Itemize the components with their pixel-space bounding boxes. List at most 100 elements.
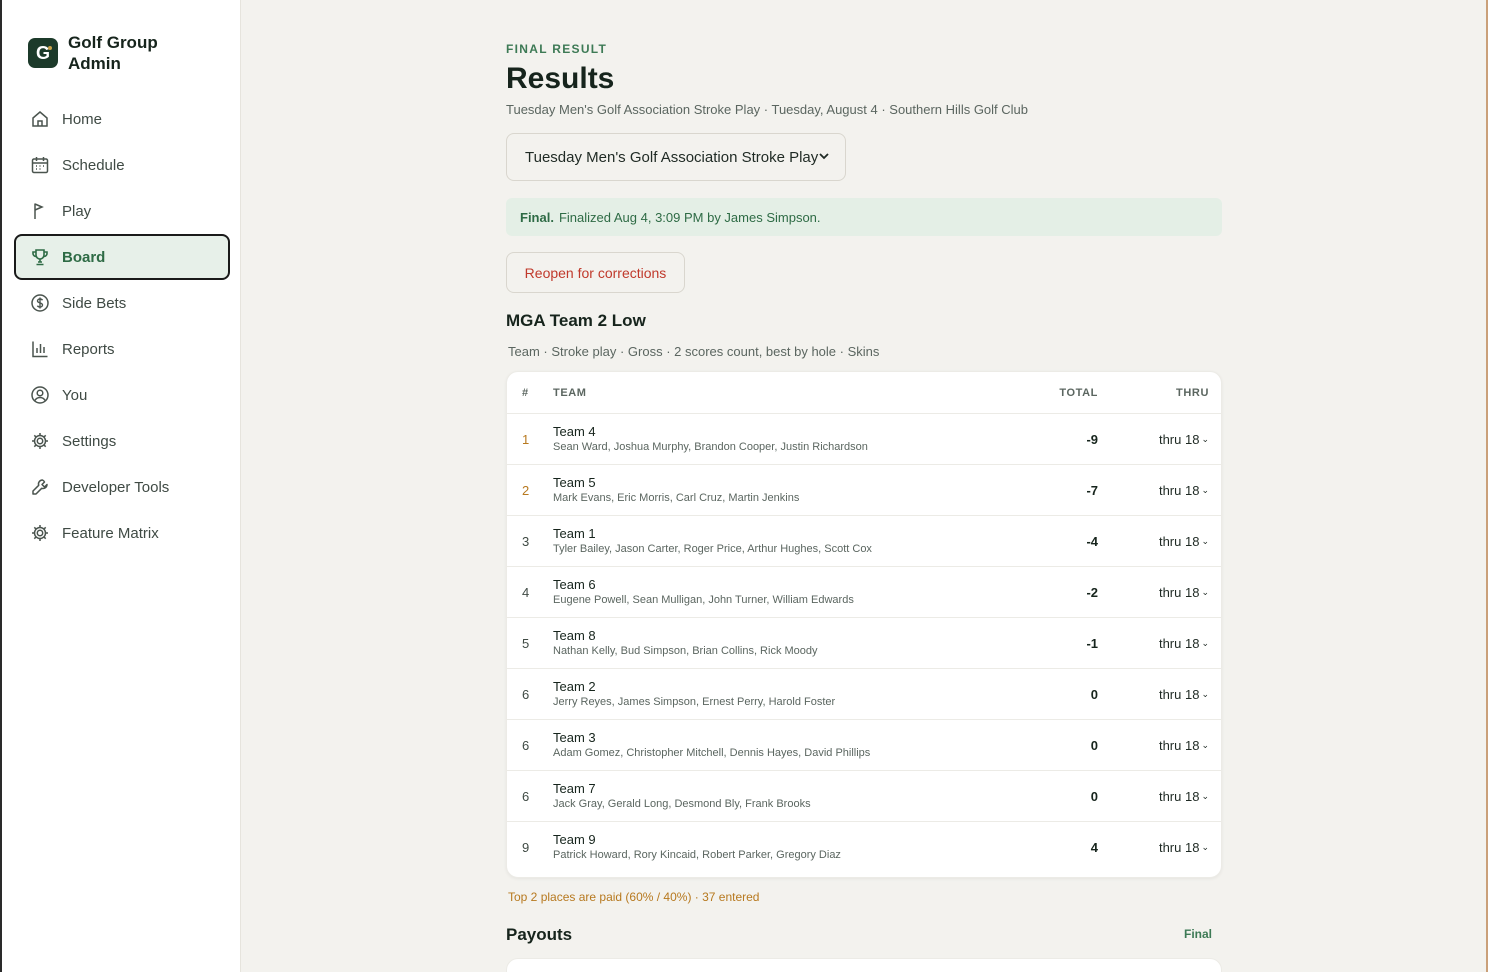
flag-icon [30, 201, 50, 221]
chevron-down-icon: ⌄ [1201, 842, 1209, 852]
table-row[interactable]: 4 Team 6 Eugene Powell, Sean Mulligan, Joh… [507, 567, 1221, 618]
row-thru-toggle[interactable]: thru 18 ⌄ [1127, 534, 1209, 549]
row-thru-toggle[interactable]: thru 18 ⌄ [1127, 636, 1209, 651]
row-total: -1 [1086, 635, 1098, 651]
leaderboard-table: # TEAM TOTAL THRU 1 Team 4 Sean Ward, Josh… [506, 371, 1222, 878]
row-total: 0 [1090, 737, 1098, 753]
sidebar-item-schedule[interactable]: Schedule [14, 142, 230, 188]
sidebar-item-developer-tools[interactable]: Developer Tools [14, 464, 230, 510]
chevron-down-icon: ⌄ [1201, 739, 1209, 750]
row-players: Jerry Reyes, James Simpson, Ernest Perry… [553, 696, 836, 708]
row-rank: 6 [522, 788, 530, 804]
sidebar-item-you[interactable]: You [14, 372, 230, 418]
chevron-down-icon: ⌄ [1201, 433, 1209, 444]
game-meta: Team · Stroke play · Gross · 2 scores co… [508, 344, 880, 359]
row-rank: 6 [522, 737, 530, 753]
row-thru: thru 18 [1158, 584, 1200, 600]
row-total: -4 [1086, 533, 1098, 549]
sidebar-nav: Home Schedule Play Board Side Bets Reports You… [14, 96, 230, 556]
row-rank: 6 [522, 686, 530, 702]
home-icon [30, 109, 50, 129]
game-title: MGA Team 2 Low [506, 311, 646, 330]
sidebar-item-board[interactable]: Board [14, 234, 230, 280]
row-team-name: Team 3 [553, 730, 596, 745]
page-title: Results [506, 62, 615, 95]
row-total: -7 [1086, 482, 1098, 498]
sidebar-item-label: Side Bets [62, 294, 127, 312]
sidebar-item-play[interactable]: Play [14, 188, 230, 234]
row-rank: 2 [522, 482, 530, 498]
dollar-icon [30, 293, 50, 313]
wrench-icon [30, 477, 50, 497]
sidebar-item-reports[interactable]: Reports [14, 326, 230, 372]
chevron-down-icon: ⌄ [1201, 484, 1209, 495]
payouts-status-badge: Final [1183, 927, 1212, 941]
sidebar-item-settings[interactable]: Settings [14, 418, 230, 464]
row-thru-toggle[interactable]: thru 18 ⌄ [1127, 483, 1209, 498]
column-header-thru: THRU [1176, 386, 1209, 399]
sidebar-item-label: Home [62, 110, 103, 128]
column-header-total: TOTAL [1059, 386, 1098, 399]
event-select[interactable]: Tuesday Men's Golf Association Stroke Pl… [506, 133, 846, 181]
sidebar-item-label: You [62, 386, 88, 404]
sidebar-item-label: Schedule [62, 156, 125, 174]
sidebar-item-feature-matrix[interactable]: Feature Matrix [14, 510, 230, 556]
row-thru-toggle[interactable]: thru 18 ⌄ [1127, 687, 1209, 702]
row-thru: thru 18 [1158, 431, 1200, 447]
sidebar-item-label: Settings [62, 432, 117, 450]
chart-icon [30, 339, 50, 359]
chevron-down-icon: ⌄ [1201, 586, 1209, 597]
row-rank: 4 [522, 584, 530, 600]
row-total: -9 [1086, 431, 1098, 447]
row-total: 0 [1090, 788, 1098, 804]
row-players: Mark Evans, Eric Morris, Carl Cruz, Mart… [553, 492, 800, 504]
user-icon [30, 385, 50, 405]
table-row[interactable]: 6 Team 3 Adam Gomez, Christopher Mitchell,… [507, 720, 1221, 771]
gear-icon [30, 523, 50, 543]
row-players: Jack Gray, Gerald Long, Desmond Bly, Fra… [553, 798, 811, 810]
row-thru-toggle[interactable]: thru 18 ⌄ [1127, 789, 1209, 804]
row-team-name: Team 1 [553, 526, 596, 541]
row-rank: 9 [522, 840, 530, 855]
row-team-name: Team 8 [553, 628, 596, 643]
table-row[interactable]: 6 Team 2 Jerry Reyes, James Simpson, Ernes… [507, 669, 1221, 720]
final-status-label: Final. [520, 209, 554, 225]
row-team-name: Team 4 [553, 424, 596, 439]
row-thru-toggle[interactable]: thru 18 ⌄ [1127, 432, 1209, 447]
chevron-down-icon: ⌄ [1201, 637, 1209, 648]
row-rank: 1 [522, 431, 530, 447]
sidebar-item-label: Board [62, 248, 106, 266]
trophy-icon [30, 247, 50, 267]
row-thru-toggle[interactable]: thru 18 ⌄ [1127, 585, 1209, 600]
chevron-down-icon: ⌄ [1201, 790, 1209, 801]
table-row[interactable]: 5 Team 8 Nathan Kelly, Bud Simpson, Brian … [507, 618, 1221, 669]
row-team-name: Team 2 [553, 679, 596, 694]
table-row[interactable]: 2 Team 5 Mark Evans, Eric Morris, Carl Cru… [507, 465, 1221, 516]
payouts-title: Payouts [506, 925, 573, 944]
row-rank: 5 [522, 635, 530, 651]
sidebar-item-home[interactable]: Home [14, 96, 230, 142]
row-team-name: Team 5 [553, 475, 596, 490]
table-row[interactable]: 3 Team 1 Tyler Bailey, Jason Carter, Roger… [507, 516, 1221, 567]
leaderboard-rows: 1 Team 4 Sean Ward, Joshua Murphy, Brandon… [507, 414, 1221, 873]
chevron-down-icon [817, 149, 831, 167]
calendar-icon [30, 155, 50, 175]
table-row[interactable]: 1 Team 4 Sean Ward, Joshua Murphy, Brandon… [507, 414, 1221, 465]
row-players: Tyler Bailey, Jason Carter, Roger Price,… [553, 543, 872, 555]
payouts-card [506, 958, 1222, 972]
table-row[interactable]: 9 Team 9 Patrick Howard, Rory Kincaid, Rob… [507, 822, 1221, 873]
row-thru: thru 18 [1158, 533, 1200, 549]
page-subtitle: Tuesday Men's Golf Association Stroke Pl… [506, 102, 1029, 117]
sidebar-item-side-bets[interactable]: Side Bets [14, 280, 230, 326]
sidebar-item-label: Play [62, 202, 92, 220]
brand[interactable]: G Golf Group Admin [28, 32, 178, 74]
reopen-for-corrections-button[interactable]: Reopen for corrections [506, 252, 685, 293]
row-thru: thru 18 [1158, 737, 1200, 753]
leaderboard-header: # TEAM TOTAL THRU [507, 372, 1221, 414]
row-thru: thru 18 [1158, 788, 1200, 804]
table-row[interactable]: 6 Team 7 Jack Gray, Gerald Long, Desmond B… [507, 771, 1221, 822]
row-thru-toggle[interactable]: thru 18 ⌄ [1127, 840, 1209, 855]
final-status-text: Finalized Aug 4, 3:09 PM by James Simpso… [558, 209, 821, 225]
row-thru-toggle[interactable]: thru 18 ⌄ [1127, 738, 1209, 753]
row-players: Patrick Howard, Rory Kincaid, Robert Par… [553, 849, 841, 861]
